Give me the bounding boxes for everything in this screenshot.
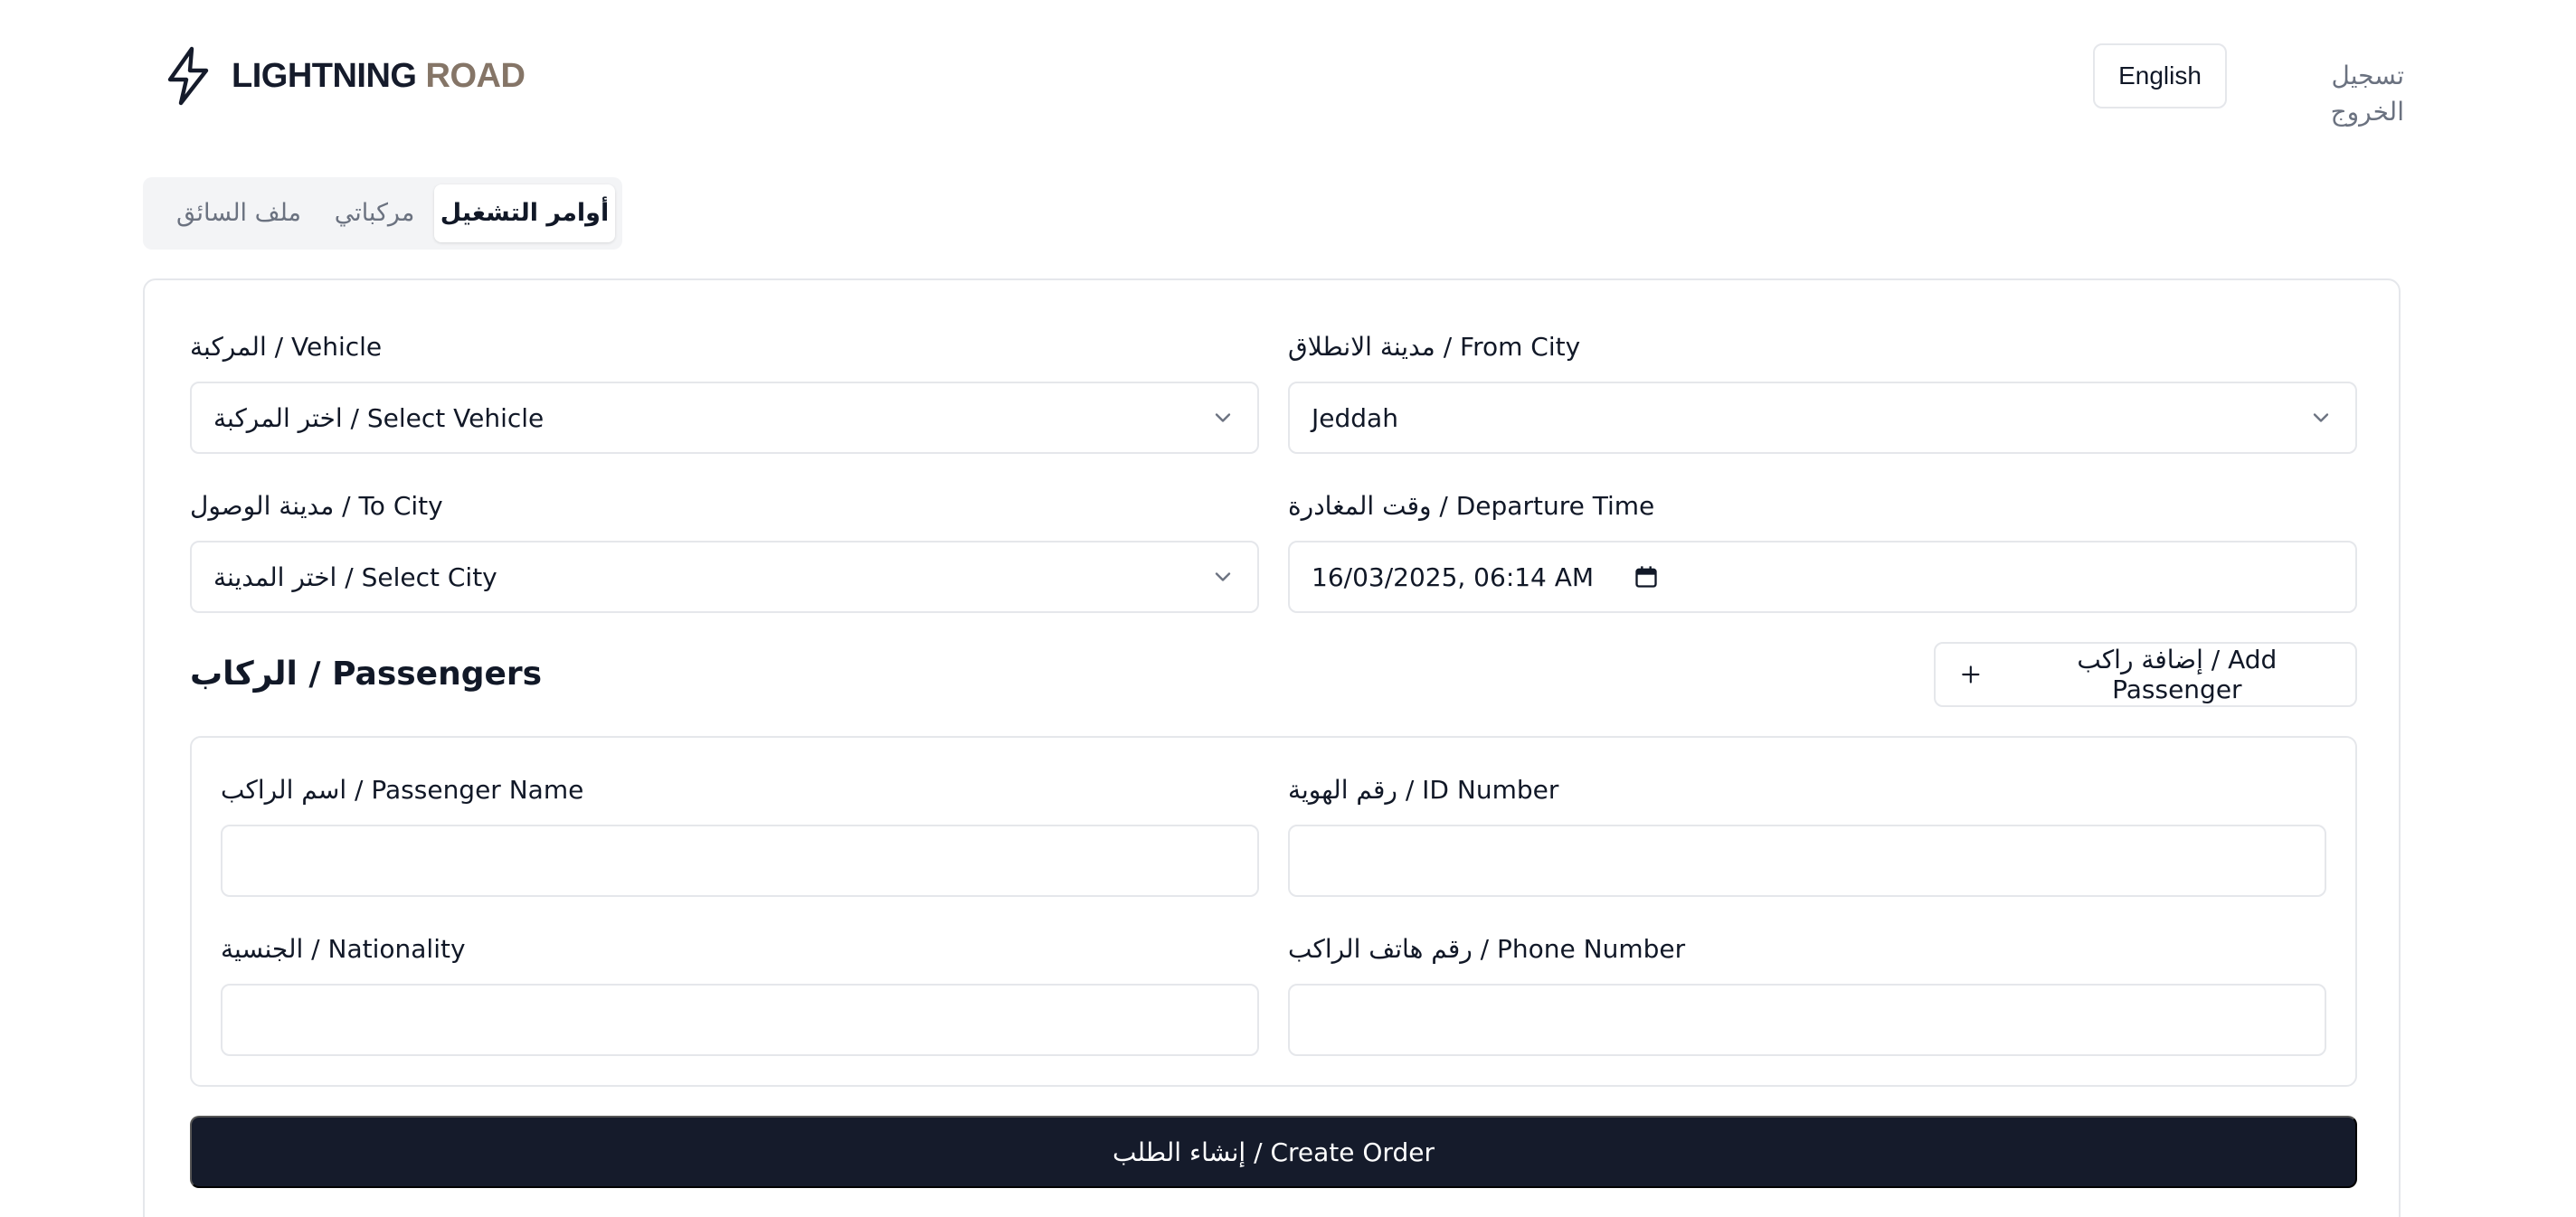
from-city-value: Jeddah: [1312, 402, 1398, 433]
calendar-icon[interactable]: [1634, 564, 1659, 590]
from-city-label: مدينة الانطلاق / From City: [1288, 332, 1581, 362]
language-button[interactable]: English: [2093, 43, 2227, 108]
phone-number-input[interactable]: [1288, 984, 2326, 1056]
app-header: LIGHTNING ROAD English تسجيل الخروج: [0, 0, 2576, 154]
logo-word-road: ROAD: [425, 56, 526, 95]
chevron-down-icon: [1215, 413, 1231, 422]
vehicle-value: اختر المركبة / Select Vehicle: [213, 402, 545, 433]
tab-operation-orders[interactable]: أوامر التشغيل: [434, 184, 615, 242]
to-city-select[interactable]: اختر المدينة / Select City: [190, 541, 1259, 613]
from-city-select[interactable]: Jeddah: [1288, 382, 2357, 454]
departure-time-label: وقت المغادرة / Departure Time: [1288, 491, 1655, 521]
tab-driver-profile[interactable]: ملف السائق: [163, 184, 315, 242]
chevron-down-icon: [1215, 572, 1231, 581]
departure-time-value: 16/03/2025, 06:14 AM: [1312, 561, 1595, 592]
tab-bar: أوامر التشغيل مركباتي ملف السائق: [143, 177, 622, 250]
plus-icon: [1962, 665, 1980, 684]
passenger-name-input[interactable]: [221, 825, 1259, 897]
add-passenger-label: إضافة راكب / Add Passenger: [2077, 645, 2278, 704]
vehicle-label: المركبة / Vehicle: [190, 332, 383, 362]
passengers-title: الركاب / Passengers: [190, 656, 543, 693]
passenger-name-label: اسم الراكب / Passenger Name: [221, 775, 584, 805]
tab-my-vehicles[interactable]: مركباتي: [320, 184, 429, 242]
add-passenger-button[interactable]: إضافة راكب / Add Passenger: [1934, 642, 2357, 707]
logout-link[interactable]: تسجيل الخروج: [2252, 58, 2404, 127]
id-number-label: رقم الهوية / ID Number: [1288, 775, 1559, 805]
logo-word-lightning: LIGHTNING: [232, 56, 417, 95]
departure-time-input[interactable]: 16/03/2025, 06:14 AM: [1288, 541, 2357, 613]
logo-text: LIGHTNING ROAD: [232, 56, 526, 96]
lightning-bolt-icon: [167, 46, 209, 106]
create-order-button[interactable]: إنشاء الطلب / Create Order: [190, 1116, 2357, 1188]
phone-number-label: رقم هاتف الراكب / Phone Number: [1288, 934, 1686, 964]
nationality-input[interactable]: [221, 984, 1259, 1056]
vehicle-select[interactable]: اختر المركبة / Select Vehicle: [190, 382, 1259, 454]
to-city-label: مدينة الوصول / To City: [190, 491, 443, 521]
id-number-input[interactable]: [1288, 825, 2326, 897]
nationality-label: الجنسية / Nationality: [221, 934, 466, 964]
logo[interactable]: LIGHTNING ROAD: [159, 43, 526, 108]
chevron-down-icon: [2313, 413, 2329, 422]
to-city-value: اختر المدينة / Select City: [213, 561, 497, 592]
